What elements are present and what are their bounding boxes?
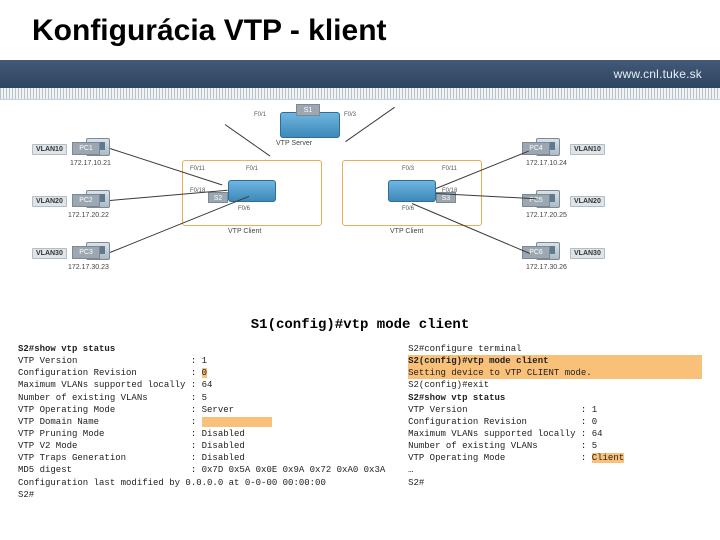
cli-line: VTP Version : 1 — [18, 356, 207, 366]
cli-line: VTP Operating Mode : Client — [408, 453, 624, 463]
port-label: F0/11 — [190, 166, 205, 172]
cli-line: Maximum VLANs supported locally : 64 — [408, 429, 602, 439]
cli-line: Number of existing VLANs : 5 — [18, 393, 207, 403]
port-label: F0/3 — [402, 166, 414, 172]
port-label: F0/1 — [254, 112, 266, 118]
cli-right: S2#configure terminal S2(config)#vtp mod… — [408, 343, 702, 501]
cli-line: Maximum VLANs supported locally : 64 — [18, 380, 212, 390]
cli-line: VTP Traps Generation : Disabled — [18, 453, 245, 463]
port-label: F0/3 — [344, 112, 356, 118]
cli-line: S2#show vtp status — [408, 393, 505, 403]
cli-line: VTP V2 Mode : Disabled — [18, 441, 245, 451]
cli-line: MD5 digest : 0x7D 0x5A 0x0E 0x9A 0x72 0x… — [18, 465, 385, 475]
slide-title: Konfigurácia VTP - klient — [0, 0, 720, 60]
s2-role: VTP Client — [228, 228, 261, 235]
port-label: F0/6 — [402, 206, 414, 212]
ip-label: 172.17.30.23 — [68, 264, 109, 271]
switch-label-s2: S2 — [208, 192, 228, 203]
cli-line: S2# — [408, 478, 424, 488]
s3-role: VTP Client — [390, 228, 423, 235]
cli-line-highlight: S2(config)#vtp mode client — [408, 355, 702, 367]
cli-line: Configuration Revision : 0 — [408, 417, 597, 427]
banner-url: www.cnl.tuke.sk — [614, 67, 702, 81]
cli-line: VTP Version : 1 — [408, 405, 597, 415]
cli-line: S2#show vtp status — [18, 344, 115, 354]
cli-line: VTP Operating Mode : Server — [18, 405, 234, 415]
pc-label: PC1 — [72, 142, 100, 155]
vlan-badge: VLAN20 — [570, 196, 605, 207]
switch-icon — [388, 180, 436, 202]
ip-label: 172.17.30.26 — [526, 264, 567, 271]
cli-line: Configuration Revision : 0 — [18, 368, 207, 378]
cli-outputs: S2#show vtp status VTP Version : 1 Confi… — [18, 343, 702, 501]
cli-line: VTP Pruning Mode : Disabled — [18, 429, 245, 439]
ruler-decoration — [0, 88, 720, 100]
config-command: S1(config)#vtp mode client — [0, 317, 720, 333]
pc-label: PC5 — [522, 194, 550, 207]
banner: www.cnl.tuke.sk — [0, 60, 720, 88]
cli-left: S2#show vtp status VTP Version : 1 Confi… — [18, 343, 392, 501]
port-label: F0/6 — [238, 206, 250, 212]
cli-line: … — [408, 465, 413, 475]
vlan-badge: VLAN30 — [32, 248, 67, 259]
switch-icon — [228, 180, 276, 202]
cli-line-highlight: Setting device to VTP CLIENT mode. — [408, 367, 702, 379]
port-label: F0/1 — [246, 166, 258, 172]
s1-role: VTP Server — [276, 140, 312, 147]
cli-line: Number of existing VLANs : 5 — [408, 441, 597, 451]
cli-line: VTP Domain Name : — [18, 417, 272, 427]
pc-label: PC4 — [522, 142, 550, 155]
port-label: F0/11 — [442, 166, 457, 172]
vlan-badge: VLAN30 — [570, 248, 605, 259]
ip-label: 172.17.20.25 — [526, 212, 567, 219]
topology-diagram: S1 VTP Server F0/1 F0/3 S2 VTP Client F0… — [32, 108, 688, 313]
cli-line: S2(config)#exit — [408, 380, 489, 390]
ip-label: 172.17.10.21 — [70, 160, 111, 167]
switch-label-s1: S1 — [296, 104, 320, 116]
vlan-badge: VLAN10 — [32, 144, 67, 155]
pc-label: PC3 — [72, 246, 100, 259]
link-line — [225, 124, 271, 156]
vlan-badge: VLAN10 — [570, 144, 605, 155]
pc-label: PC2 — [72, 194, 100, 207]
cli-line: S2#configure terminal — [408, 344, 521, 354]
vlan-badge: VLAN20 — [32, 196, 67, 207]
ip-label: 172.17.20.22 — [68, 212, 109, 219]
cli-line: S2# — [18, 490, 34, 500]
ip-label: 172.17.10.24 — [526, 160, 567, 167]
cli-line: Configuration last modified by 0.0.0.0 a… — [18, 478, 326, 488]
